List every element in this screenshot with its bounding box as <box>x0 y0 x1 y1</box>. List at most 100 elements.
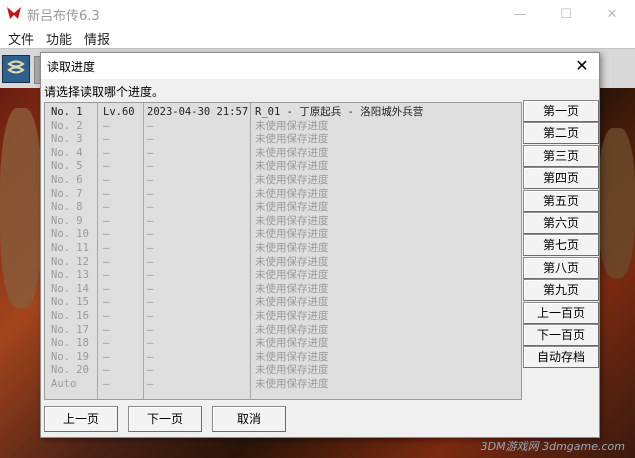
slot-title: 未使用保存进度 <box>255 378 329 390</box>
slot-title: 未使用保存进度 <box>255 201 329 214</box>
slot-level: — <box>103 133 110 146</box>
page-button-5[interactable]: 第六页 <box>523 212 599 234</box>
slot-date: — <box>147 242 154 254</box>
slot-number: No. 17 <box>51 323 89 336</box>
slot-level: — <box>103 201 110 214</box>
maximize-button[interactable]: ☐ <box>543 0 589 28</box>
slot-number: No. 11 <box>51 242 89 254</box>
app-titlebar: 新吕布传6.3 — ☐ ✕ <box>0 0 635 28</box>
save-slot-row[interactable]: No. 20 — — 未使用保存进度 <box>45 364 521 377</box>
menu-info[interactable]: 情报 <box>84 29 110 48</box>
save-slot-row[interactable]: No. 19 — — 未使用保存进度 <box>45 351 521 364</box>
slot-title: 未使用保存进度 <box>255 350 329 363</box>
slot-title: 未使用保存进度 <box>255 310 329 322</box>
slot-date: — <box>147 282 154 295</box>
slot-date: — <box>147 201 154 214</box>
save-slot-list[interactable]: No. 1 Lv.60 2023-04-30 21:57 R_01 - 丁原起兵 - … <box>44 102 522 400</box>
slot-date: — <box>147 310 154 322</box>
page-button-8[interactable]: 第九页 <box>523 279 599 302</box>
slot-title: 未使用保存进度 <box>255 214 329 227</box>
watermark: 3DM游戏网 3dmgame.com <box>480 440 625 453</box>
save-slot-row[interactable]: No. 2 — — 未使用保存进度 <box>45 120 521 133</box>
save-slot-row[interactable]: No. 16 — — 未使用保存进度 <box>45 310 521 323</box>
slot-title: 未使用保存进度 <box>255 133 329 146</box>
page-button-11[interactable]: 自动存档 <box>523 346 599 369</box>
slot-number: No. 3 <box>51 133 83 146</box>
slot-date: — <box>147 364 154 377</box>
page-button-3[interactable]: 第四页 <box>523 167 599 190</box>
slot-number: No. 9 <box>51 214 83 227</box>
page-button-1[interactable]: 第二页 <box>523 122 599 145</box>
page-button-4[interactable]: 第五页 <box>523 189 599 212</box>
slot-title: 未使用保存进度 <box>255 323 329 336</box>
slot-number: No. 19 <box>51 350 89 363</box>
slot-date: — <box>147 160 154 173</box>
slot-title: 未使用保存进度 <box>255 269 329 282</box>
menu-file[interactable]: 文件 <box>8 29 34 48</box>
slot-level: — <box>103 350 110 363</box>
slot-date: — <box>147 119 154 132</box>
window-close-button[interactable]: ✕ <box>589 0 635 28</box>
save-slot-row[interactable]: No. 17 — — 未使用保存进度 <box>45 324 521 337</box>
slot-level: — <box>103 228 110 241</box>
page-button-6[interactable]: 第七页 <box>523 234 599 257</box>
save-slot-row[interactable]: No. 9 — — 未使用保存进度 <box>45 215 521 228</box>
save-slot-row[interactable]: No. 8 — — 未使用保存进度 <box>45 201 521 214</box>
slot-date: — <box>147 337 154 350</box>
save-slot-row[interactable]: No. 12 — — 未使用保存进度 <box>45 256 521 269</box>
slot-date: — <box>147 296 154 309</box>
slot-level: — <box>103 174 110 186</box>
save-slot-row[interactable]: No. 15 — — 未使用保存进度 <box>45 296 521 309</box>
save-slot-row[interactable]: No. 11 — — 未使用保存进度 <box>45 242 521 255</box>
slot-level: — <box>103 214 110 227</box>
slot-level: — <box>103 282 110 295</box>
slot-title: 未使用保存进度 <box>255 174 329 186</box>
page-button-7[interactable]: 第八页 <box>523 256 599 279</box>
prev-page-button[interactable]: 上一页 <box>44 406 118 432</box>
page-button-0[interactable]: 第一页 <box>523 100 599 122</box>
slot-number: No. 7 <box>51 187 83 200</box>
page-button-2[interactable]: 第三页 <box>523 144 599 167</box>
save-slot-row[interactable]: No. 7 — — 未使用保存进度 <box>45 188 521 201</box>
save-slot-row[interactable]: No. 5 — — 未使用保存进度 <box>45 160 521 173</box>
dialog-titlebar: 读取进度 ✕ <box>41 53 599 79</box>
slot-level: — <box>103 364 110 377</box>
slot-level: — <box>103 378 110 390</box>
slot-level: — <box>103 146 110 159</box>
slot-level: — <box>103 255 110 268</box>
save-slot-row[interactable]: No. 1 Lv.60 2023-04-30 21:57 R_01 - 丁原起兵 - … <box>45 106 521 119</box>
dialog-close-button[interactable]: ✕ <box>571 55 593 77</box>
save-slot-row[interactable]: No. 3 — — 未使用保存进度 <box>45 133 521 146</box>
save-slot-row[interactable]: No. 13 — — 未使用保存进度 <box>45 269 521 282</box>
slot-number: Auto <box>51 378 77 390</box>
slot-number: No. 2 <box>51 119 83 132</box>
slot-number: No. 18 <box>51 337 89 350</box>
save-slot-row[interactable]: Auto — — 未使用保存进度 <box>45 378 521 391</box>
save-slot-row[interactable]: No. 10 — — 未使用保存进度 <box>45 228 521 241</box>
slot-title: 未使用保存进度 <box>255 296 329 309</box>
cancel-button[interactable]: 取消 <box>212 406 286 432</box>
slot-title: 未使用保存进度 <box>255 160 329 173</box>
app-logo-icon <box>7 7 21 19</box>
slot-number: No. 5 <box>51 160 83 173</box>
next-page-button[interactable]: 下一页 <box>128 406 202 432</box>
page-button-10[interactable]: 下一百页 <box>523 324 599 346</box>
slot-date: — <box>147 323 154 336</box>
slot-date: 2023-04-30 21:57 <box>147 106 249 118</box>
menu-function[interactable]: 功能 <box>46 29 72 48</box>
slot-title: 未使用保存进度 <box>255 255 329 268</box>
slot-level: Lv.60 <box>103 106 135 118</box>
minimize-button[interactable]: — <box>497 0 543 28</box>
slot-number: No. 6 <box>51 174 83 186</box>
save-slot-row[interactable]: No. 14 — — 未使用保存进度 <box>45 283 521 296</box>
slot-title: 未使用保存进度 <box>255 187 329 200</box>
save-slot-row[interactable]: No. 4 — — 未使用保存进度 <box>45 147 521 160</box>
page-button-9[interactable]: 上一百页 <box>523 301 599 324</box>
save-slot-row[interactable]: No. 18 — — 未使用保存进度 <box>45 337 521 350</box>
slot-number: No. 10 <box>51 228 89 241</box>
slot-level: — <box>103 119 110 132</box>
toolbar-scroll-button[interactable] <box>2 55 30 83</box>
slot-number: No. 4 <box>51 146 83 159</box>
save-slot-row[interactable]: No. 6 — — 未使用保存进度 <box>45 174 521 187</box>
slot-number: No. 16 <box>51 310 89 322</box>
